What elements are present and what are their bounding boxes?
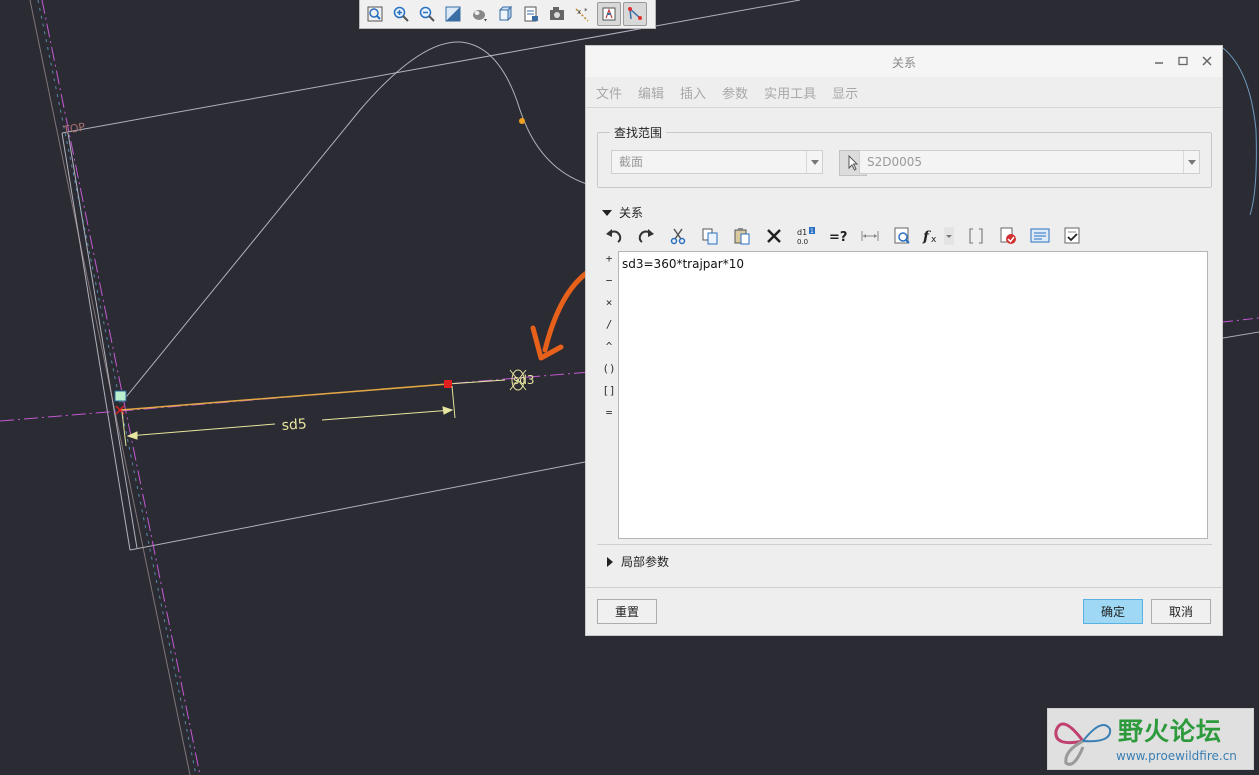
object-type-select[interactable]: 截面	[611, 150, 823, 174]
local-params-label: 局部参数	[621, 555, 670, 569]
object-type-value: 截面	[619, 155, 644, 169]
view-manager-icon[interactable]	[519, 2, 543, 26]
expanded-triangle-icon	[602, 209, 612, 216]
relations-editor[interactable]: sd3=360*trajpar*10	[618, 251, 1208, 539]
relations-section-toggle[interactable]: 关系	[602, 204, 643, 221]
svg-text:1: 1	[810, 228, 814, 235]
dimension-sd3-label: sd3	[513, 373, 535, 387]
show-values-icon[interactable]	[1026, 223, 1054, 249]
view-toolbar: x *	[359, 0, 656, 29]
cancel-button[interactable]: 取消	[1151, 599, 1211, 624]
sketch-line-extension	[447, 379, 506, 385]
relations-toolbar: d1 0.0 1 =? fx	[600, 222, 1086, 250]
sketcher-display-icon[interactable]	[623, 2, 647, 26]
chevron-down-icon[interactable]	[1183, 151, 1199, 173]
svg-text:d1: d1	[797, 228, 807, 237]
sort-icon[interactable]: d1 0.0 1	[792, 223, 820, 249]
reset-button[interactable]: 重置	[597, 599, 657, 624]
datum-plane-edge-right	[1222, 331, 1259, 339]
operator-divide[interactable]: /	[602, 318, 616, 340]
svg-text:0.0: 0.0	[797, 238, 808, 246]
delete-icon[interactable]	[760, 223, 788, 249]
plane-label-top: TOP	[61, 120, 86, 137]
operator-multiply[interactable]: ×	[602, 296, 616, 318]
copy-icon[interactable]	[696, 223, 724, 249]
function-icon[interactable]: fx	[920, 223, 958, 249]
menu-show[interactable]: 显示	[832, 83, 858, 102]
maximize-icon[interactable]	[1176, 54, 1190, 68]
sketch-view-icon[interactable]	[597, 2, 621, 26]
verify-icon[interactable]	[994, 223, 1022, 249]
trajectory-curve-right	[1222, 47, 1257, 216]
display-style-icon[interactable]	[467, 2, 491, 26]
feature-value: S2D0005	[867, 155, 923, 169]
perspective-icon[interactable]	[545, 2, 569, 26]
coordinate-marker[interactable]	[114, 390, 127, 402]
check-icon[interactable]	[1058, 223, 1086, 249]
dimension-icon[interactable]	[856, 223, 884, 249]
datum-display-icon[interactable]: x *	[571, 2, 595, 26]
operator-brackets[interactable]: []	[602, 384, 616, 406]
menu-utilities[interactable]: 实用工具	[764, 83, 816, 102]
paste-icon[interactable]	[728, 223, 756, 249]
watermark-url: www.proewildfire.cn	[1116, 749, 1237, 763]
cut-icon[interactable]	[664, 223, 692, 249]
relation-line: sd3=360*trajpar*10	[622, 257, 744, 271]
local-params-toggle[interactable]: 局部参数	[606, 553, 669, 570]
dimension-sd5[interactable]	[121, 385, 456, 447]
look-in-group: 查找范围 截面 S2D0005	[597, 124, 1212, 188]
menu-insert[interactable]: 插入	[680, 83, 706, 102]
relations-section-label: 关系	[619, 206, 644, 220]
zoom-fit-icon[interactable]	[363, 2, 387, 26]
operator-column: + − × / ^ () [] =	[602, 252, 616, 428]
trajectory-curve	[121, 41, 591, 403]
svg-text:x: x	[931, 235, 937, 245]
operator-power[interactable]: ^	[602, 340, 616, 362]
insert-parameter-icon[interactable]	[888, 223, 916, 249]
section-divider	[597, 544, 1212, 545]
curve-point[interactable]	[519, 118, 525, 124]
operator-parentheses[interactable]: ()	[602, 362, 616, 384]
menu-file[interactable]: 文件	[596, 83, 622, 102]
brackets-icon[interactable]	[962, 223, 990, 249]
feature-select[interactable]: S2D0005	[859, 150, 1200, 174]
redo-icon[interactable]	[632, 223, 660, 249]
evaluate-icon[interactable]: =?	[824, 223, 852, 249]
butterfly-logo	[1054, 722, 1112, 766]
zoom-out-icon[interactable]	[415, 2, 439, 26]
saved-views-icon[interactable]	[493, 2, 517, 26]
forum-watermark: 野火论坛 www.proewildfire.cn	[1047, 708, 1254, 770]
minimize-icon[interactable]	[1152, 54, 1166, 68]
ok-button[interactable]: 确定	[1083, 599, 1143, 624]
reorient-icon[interactable]	[441, 2, 465, 26]
horizontal-centerline-right	[1222, 317, 1259, 323]
footer-divider	[586, 587, 1222, 588]
relations-dialog: 关系 文件 编辑 插入 参数 实用工具 显示 查找范围 截面 S2D0005 关…	[585, 45, 1223, 636]
dialog-titlebar[interactable]: 关系	[586, 46, 1222, 77]
zoom-in-icon[interactable]	[389, 2, 413, 26]
dialog-title: 关系	[891, 56, 916, 70]
collapsed-triangle-icon	[607, 556, 613, 567]
watermark-title: 野火论坛	[1118, 717, 1223, 746]
close-icon[interactable]	[1200, 54, 1214, 68]
svg-text:x: x	[577, 8, 581, 16]
svg-text:*: *	[584, 7, 588, 15]
sketch-line[interactable]	[119, 383, 449, 411]
endpoint-marker[interactable]	[444, 380, 452, 388]
svg-text:=?: =?	[829, 230, 847, 245]
operator-minus[interactable]: −	[602, 274, 616, 296]
chevron-down-icon[interactable]	[806, 151, 822, 173]
undo-icon[interactable]	[600, 223, 628, 249]
operator-plus[interactable]: +	[602, 252, 616, 274]
operator-equals[interactable]: =	[602, 406, 616, 428]
dialog-menubar: 文件 编辑 插入 参数 实用工具 显示	[586, 77, 1222, 108]
menu-parameters[interactable]: 参数	[722, 83, 748, 102]
dimension-sd5-label: sd5	[281, 416, 307, 434]
datum-axis-lines	[29, 0, 201, 775]
look-in-legend: 查找范围	[610, 124, 667, 141]
menu-edit[interactable]: 编辑	[638, 83, 664, 102]
cursor-arrow-icon	[848, 155, 859, 171]
